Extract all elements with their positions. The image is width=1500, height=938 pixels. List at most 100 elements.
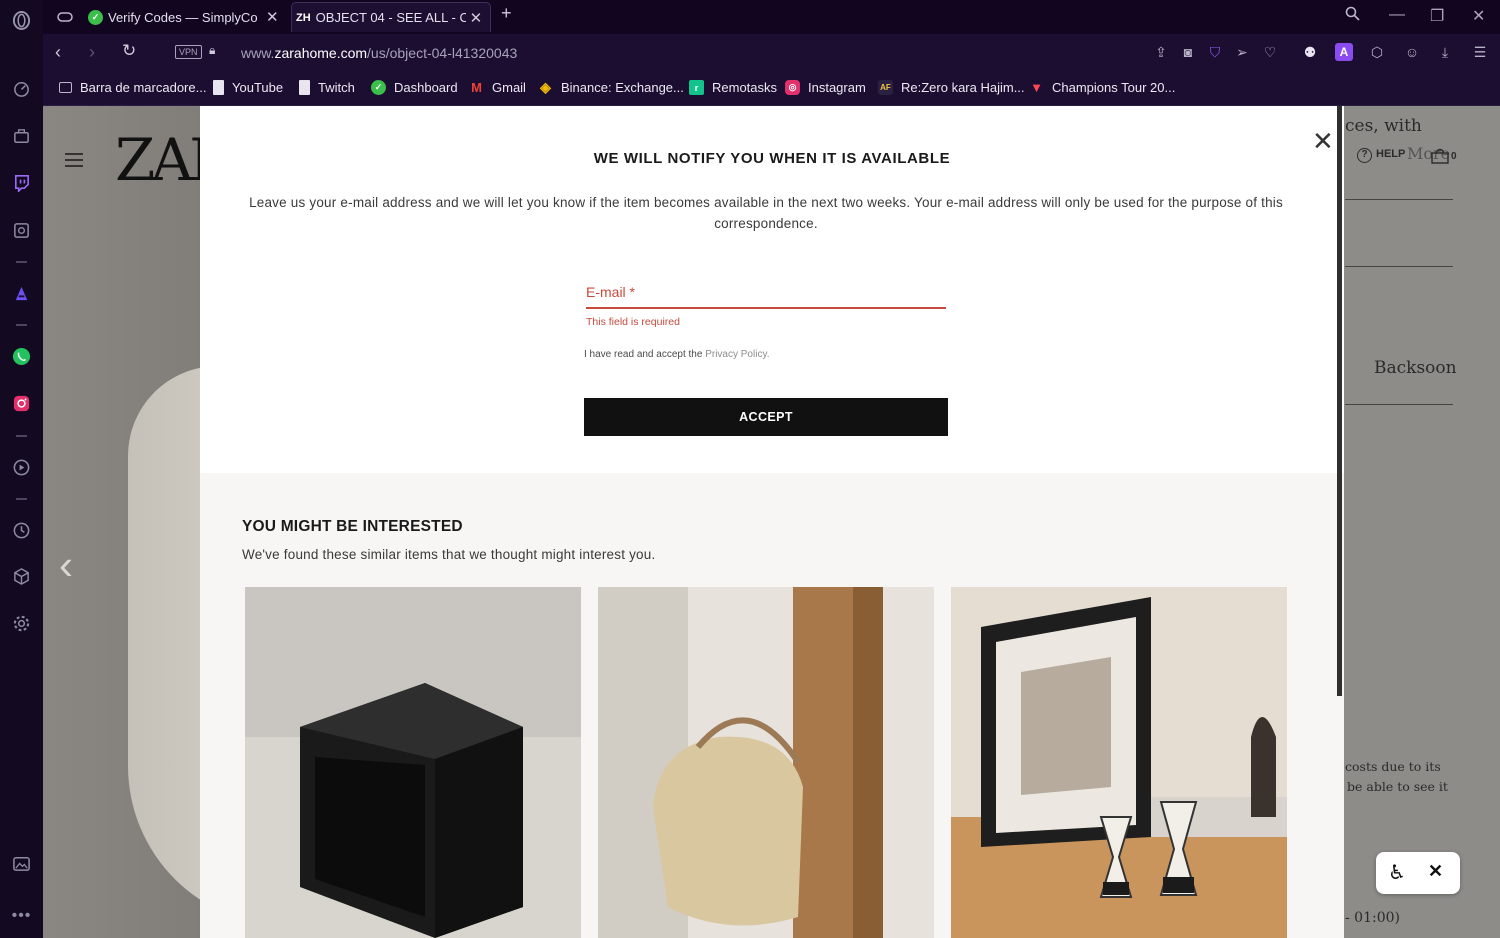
hamburger-menu-icon[interactable] <box>65 153 83 171</box>
carousel-prev-icon[interactable]: ‹ <box>59 541 73 589</box>
email-error-message: This field is required <box>586 316 680 328</box>
tab-simplycodes[interactable]: ✓ Verify Codes — SimplyCodes ✕ <box>88 2 279 32</box>
bookmark-label: Binance: Exchange... <box>561 80 684 95</box>
url-prefix: www. <box>241 45 275 61</box>
back-icon[interactable]: ‹ <box>55 42 61 63</box>
simplycodes-favicon-icon: ✓ <box>88 9 103 25</box>
black-box-product[interactable] <box>245 587 581 938</box>
shield-icon[interactable]: ⛉ <box>1206 43 1224 61</box>
background-text: - 01:00) <box>1345 910 1400 926</box>
divider-line <box>1345 266 1453 267</box>
privacy-policy-link[interactable]: Privacy Policy. <box>705 349 769 360</box>
url-field[interactable]: www.zarahome.com/us/object-04-l41320043 <box>241 45 517 61</box>
address-bar: ‹ › ↻ VPN 🔒︎ www.zarahome.com/us/object-… <box>43 34 1500 72</box>
modal-scrollbar[interactable] <box>1337 106 1342 696</box>
black-box-image <box>245 587 581 938</box>
send-icon[interactable]: ➢ <box>1233 43 1251 61</box>
snapshot-camera-icon[interactable]: ◙ <box>1179 43 1197 61</box>
bookmark-champions-tour[interactable]: ▼ Champions Tour 20... <box>1029 80 1175 95</box>
valorant-icon: ▼ <box>1030 80 1043 95</box>
search-tabs-icon[interactable] <box>1345 6 1360 26</box>
robot-extension-icon[interactable]: ⚉ <box>1301 43 1319 61</box>
bookmark-dashboard[interactable]: ✓ Dashboard <box>371 80 458 95</box>
tab-title: OBJECT 04 - SEE ALL - COLLECTION <box>315 10 466 25</box>
bookmarks-bar: Barra de marcadore... YouTube Twitch ✓ Da… <box>43 72 1500 106</box>
aria-icon[interactable] <box>11 283 32 304</box>
extensions-icon[interactable] <box>11 220 32 241</box>
cube-extension-icon[interactable]: ⬡ <box>1368 43 1386 61</box>
background-text: costs due to its <box>1345 759 1441 774</box>
accessibility-close-icon[interactable]: ✕ <box>1428 861 1443 882</box>
tab-islands-icon[interactable] <box>57 2 73 32</box>
download-icon[interactable]: ⤓ <box>1436 43 1454 61</box>
speed-dial-icon[interactable] <box>11 78 32 99</box>
tab-zara-home[interactable]: ZH OBJECT 04 - SEE ALL - COLLECTION ✕ <box>291 2 491 32</box>
bookmark-label: Remotasks <box>712 80 778 95</box>
player-icon[interactable] <box>11 457 32 478</box>
bookmark-label: Gmail <box>492 80 526 95</box>
tab-close-icon[interactable]: ✕ <box>470 9 483 27</box>
privacy-checkbox-label[interactable]: I have read and accept the Privacy Polic… <box>584 349 769 360</box>
profile-icon[interactable]: ☺ <box>1403 43 1421 61</box>
bookmark-rezero[interactable]: AF Re:Zero kara Hajim... <box>878 80 1025 95</box>
background-text: be able to see it <box>1347 779 1448 794</box>
bookmark-instagram[interactable]: ◎ Instagram <box>785 80 866 95</box>
forward-icon[interactable]: › <box>89 42 95 63</box>
extension-a-icon[interactable]: A <box>1335 43 1353 61</box>
sidebar-divider <box>16 261 27 263</box>
product-info-background <box>1344 106 1500 938</box>
close-window-icon[interactable]: ✕ <box>1472 6 1485 26</box>
folder-icon <box>59 82 72 93</box>
cart-icon[interactable] <box>1431 148 1449 167</box>
gallery-icon[interactable] <box>11 853 32 874</box>
tab-bar: ✓ Verify Codes — SimplyCodes ✕ ZH OBJECT… <box>43 0 1500 34</box>
accept-button[interactable]: ACCEPT <box>584 398 948 436</box>
briefcase-icon[interactable] <box>11 126 32 147</box>
sidebar-divider <box>16 498 27 500</box>
url-domain: zarahome.com <box>274 45 368 61</box>
help-link[interactable]: ? HELP <box>1357 148 1405 163</box>
bookmark-remotasks[interactable]: r Remotasks <box>689 80 777 95</box>
twitch-icon[interactable] <box>11 172 32 193</box>
minimize-icon[interactable]: — <box>1389 6 1405 24</box>
instagram-icon[interactable] <box>11 393 32 414</box>
reload-icon[interactable]: ↻ <box>122 41 136 61</box>
history-icon[interactable] <box>11 520 32 541</box>
share-icon[interactable]: ⇪ <box>1152 43 1170 61</box>
accessibility-icon[interactable]: ♿︎ <box>1388 860 1406 885</box>
easy-setup-menu-icon[interactable]: ☰ <box>1471 43 1489 61</box>
bookmark-label: Barra de marcadore... <box>80 80 207 95</box>
more-dots-icon[interactable]: ••• <box>11 905 32 926</box>
heart-icon[interactable]: ♡ <box>1261 43 1279 61</box>
cart-count: 0 <box>1451 151 1457 162</box>
bookmark-gmail[interactable]: M Gmail <box>469 80 526 95</box>
whatsapp-icon[interactable] <box>11 346 32 367</box>
bookmark-folder[interactable]: Barra de marcadore... <box>59 80 206 95</box>
modal-title: WE WILL NOTIFY YOU WHEN IT IS AVAILABLE <box>593 150 951 167</box>
bookmark-twitch[interactable]: Twitch <box>299 80 355 95</box>
door-stopper-image <box>598 587 934 938</box>
restore-icon[interactable]: ❐ <box>1430 6 1444 26</box>
new-tab-icon[interactable]: + <box>501 3 512 24</box>
bookmark-binance[interactable]: ◈ Binance: Exchange... <box>538 79 684 95</box>
instagram-icon: ◎ <box>785 80 800 95</box>
email-input[interactable] <box>586 280 946 306</box>
frame-hourglass-product[interactable] <box>951 587 1287 938</box>
door-stopper-product[interactable] <box>598 587 934 938</box>
remotasks-icon: r <box>689 80 704 95</box>
accessibility-widget[interactable]: ♿︎ ✕ <box>1376 852 1460 894</box>
vpn-badge[interactable]: VPN <box>175 45 202 59</box>
lock-icon[interactable]: 🔒︎ <box>209 43 215 58</box>
bookmark-label: YouTube <box>232 80 284 95</box>
background-text: ces, with <box>1345 116 1422 136</box>
bookmark-youtube[interactable]: YouTube <box>213 80 283 95</box>
settings-gear-icon[interactable] <box>11 613 32 634</box>
gamepad-icon <box>57 12 73 22</box>
opera-logo-icon[interactable] <box>11 10 32 31</box>
dashboard-icon: ✓ <box>371 80 386 95</box>
cube-icon[interactable] <box>11 566 32 587</box>
divider-line <box>1345 199 1453 200</box>
tab-close-icon[interactable]: ✕ <box>266 8 279 26</box>
help-icon: ? <box>1357 148 1372 163</box>
url-path: /us/object-04-l41320043 <box>367 45 518 61</box>
